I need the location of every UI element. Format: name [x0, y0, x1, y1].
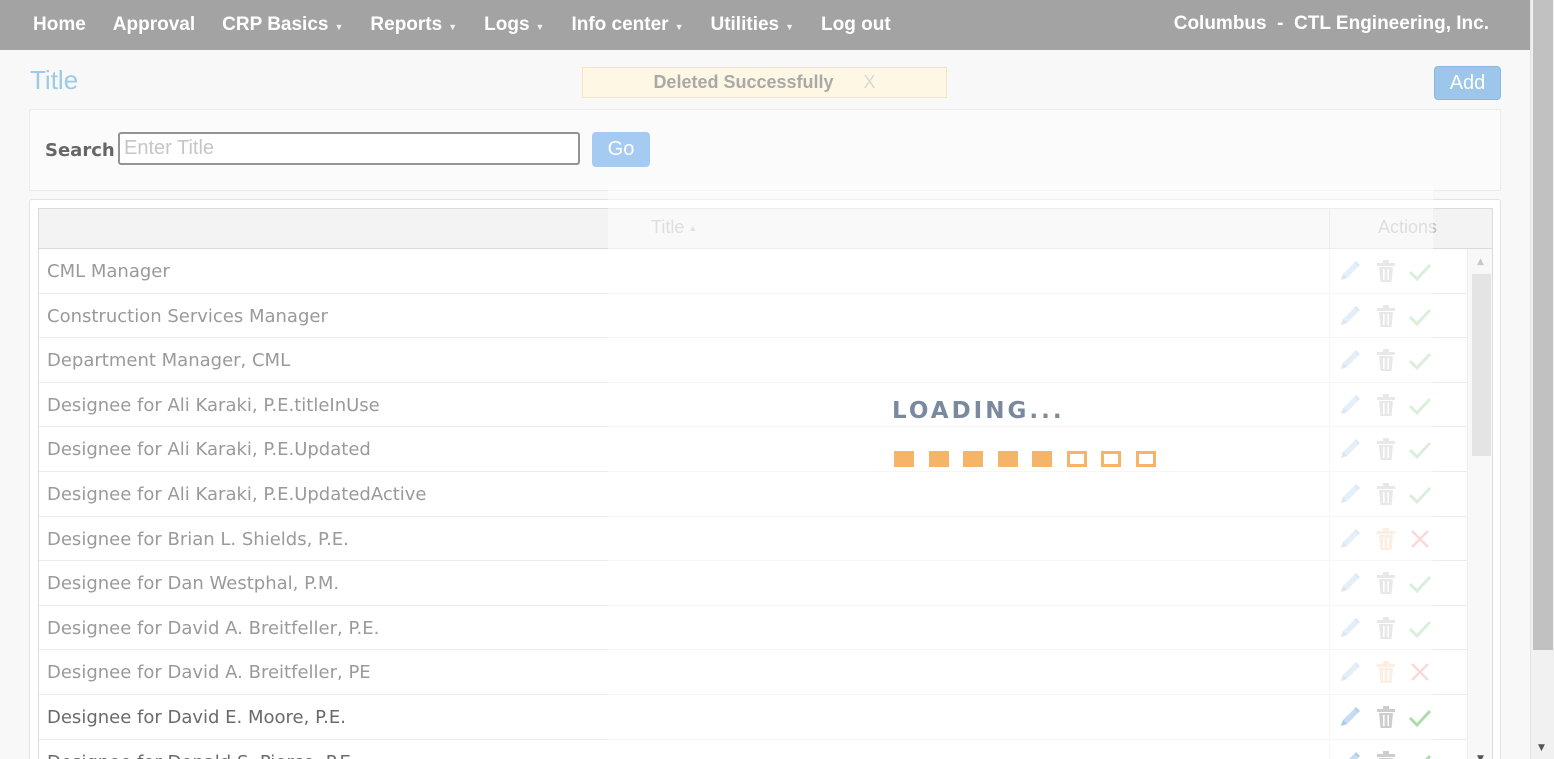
nav-item-log-out[interactable]: Log out — [821, 14, 891, 36]
row-title: Designee for Ali Karaki, P.E.Updated — [47, 439, 371, 461]
caret-down-icon: ▼ — [334, 21, 344, 32]
nav-item-reports[interactable]: Reports ▼ — [370, 14, 457, 36]
row-title: Designee for David A. Breitfeller, PE — [47, 662, 371, 684]
nav-item-approval[interactable]: Approval — [113, 14, 195, 36]
caret-down-icon: ▼ — [674, 21, 684, 32]
search-panel: Search Go — [29, 109, 1501, 191]
top-navbar: Home Approval CRP Basics ▼ Reports ▼ Logs ▼ Info… — [0, 0, 1530, 50]
nav-item-label: Info center — [571, 14, 669, 35]
grid-scroll-up-icon[interactable]: ▲ — [1477, 257, 1484, 267]
grid-scrollbar[interactable]: ▲ ▼ — [1467, 249, 1492, 759]
nav-item-label: Utilities — [710, 14, 780, 35]
nav-item-label: Approval — [112, 14, 196, 35]
nav-item-crp-basics[interactable]: CRP Basics ▼ — [222, 14, 343, 36]
loading-step — [963, 451, 983, 467]
add-button[interactable]: Add — [1434, 66, 1501, 100]
success-alert: Deleted Successfully X — [582, 67, 947, 98]
grid-scrollbar-thumb[interactable] — [1472, 274, 1491, 456]
nav-item-label: Log out — [821, 14, 891, 35]
loading-overlay — [608, 186, 1433, 759]
organization-label: Columbus - CTL Engineering, Inc. — [1173, 13, 1489, 34]
row-title: Designee for Donald S. Pierce, P.E. — [47, 752, 357, 759]
nav-item-label: Logs — [484, 14, 530, 35]
nav-item-label: CRP Basics — [222, 14, 329, 35]
nav-item-utilities[interactable]: Utilities ▼ — [710, 14, 794, 36]
search-label: Search — [45, 140, 115, 161]
row-title: Designee for Dan Westphal, P.M. — [47, 573, 340, 595]
loading-text: LOADING... — [892, 398, 1065, 424]
loading-progress — [894, 451, 1170, 467]
row-title: Designee for David A. Breitfeller, P.E. — [47, 617, 380, 639]
grid-scroll-down-icon[interactable]: ▼ — [1477, 754, 1484, 759]
page-title: Title — [30, 65, 79, 95]
caret-down-icon: ▼ — [785, 21, 795, 32]
alert-close-button[interactable]: X — [864, 72, 876, 93]
window-scrollbar-thumb[interactable] — [1533, 0, 1553, 650]
nav-item-label: Reports — [370, 14, 443, 35]
loading-step — [894, 451, 914, 467]
loading-step — [997, 451, 1018, 467]
nav-item-info-center[interactable]: Info center ▼ — [571, 14, 683, 36]
nav-item-label: Home — [33, 14, 86, 35]
row-title: Designee for Brian L. Shields, P.E. — [47, 528, 349, 550]
row-title: Construction Services Manager — [47, 305, 328, 327]
scroll-down-arrow-icon[interactable]: ▼ — [1538, 743, 1545, 753]
search-input[interactable] — [118, 132, 580, 165]
caret-down-icon: ▼ — [448, 21, 458, 32]
nav-item-home[interactable]: Home — [33, 14, 86, 36]
loading-step — [1101, 451, 1121, 467]
go-button[interactable]: Go — [592, 132, 650, 167]
row-title: Designee for Ali Karaki, P.E.titleInUse — [47, 394, 380, 416]
loading-step — [1032, 451, 1052, 467]
loading-step — [1066, 451, 1087, 467]
loading-step — [928, 451, 949, 467]
row-title: Designee for Ali Karaki, P.E.UpdatedActi… — [47, 483, 427, 505]
row-title: CML Manager — [47, 261, 170, 282]
caret-down-icon: ▼ — [535, 21, 545, 32]
nav-item-logs[interactable]: Logs ▼ — [484, 14, 544, 36]
row-title: Designee for David E. Moore, P.E. — [47, 706, 346, 728]
row-title: Department Manager, CML — [47, 350, 291, 372]
window-scrollbar[interactable]: ▼ — [1530, 0, 1554, 759]
alert-message: Deleted Successfully — [653, 72, 834, 92]
loading-step — [1135, 451, 1156, 467]
